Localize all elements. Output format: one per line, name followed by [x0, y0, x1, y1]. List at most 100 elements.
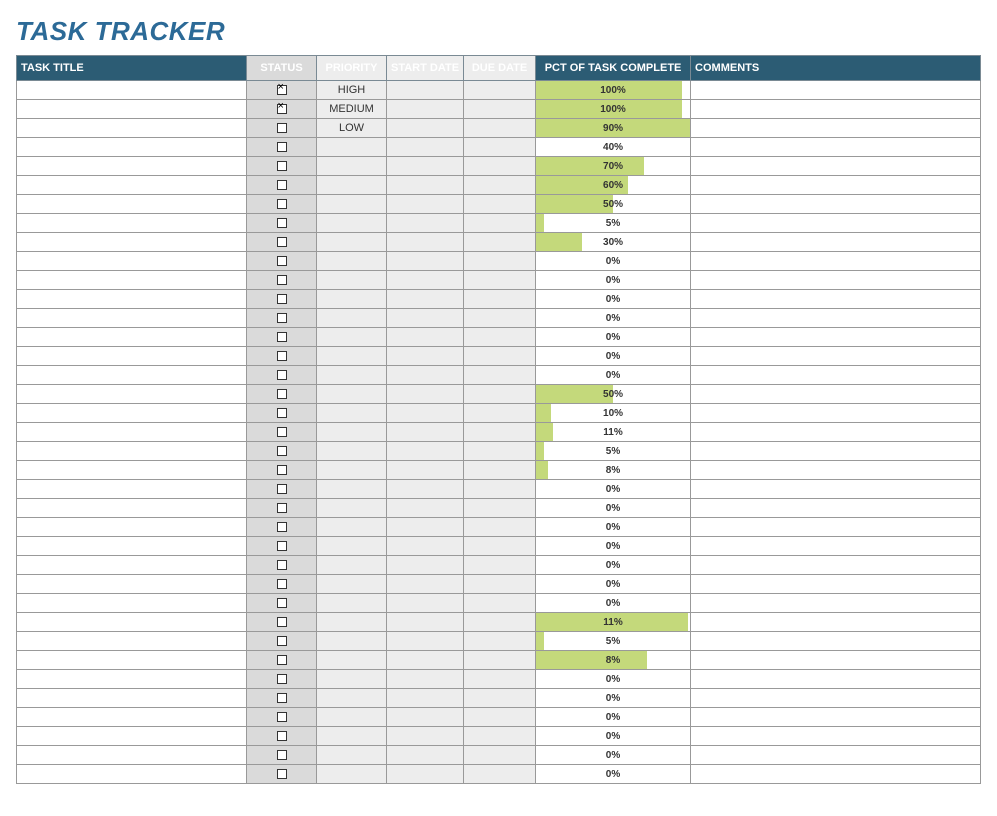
- pct-complete-cell[interactable]: 5%: [536, 214, 691, 233]
- status-cell[interactable]: [247, 480, 317, 499]
- priority-cell[interactable]: [317, 195, 387, 214]
- comments-cell[interactable]: [691, 632, 981, 651]
- task-title-cell[interactable]: [17, 100, 247, 119]
- pct-complete-cell[interactable]: 70%: [536, 157, 691, 176]
- start-date-cell[interactable]: [387, 385, 464, 404]
- priority-cell[interactable]: [317, 309, 387, 328]
- due-date-cell[interactable]: [464, 537, 536, 556]
- start-date-cell[interactable]: [387, 233, 464, 252]
- priority-cell[interactable]: [317, 651, 387, 670]
- due-date-cell[interactable]: [464, 271, 536, 290]
- priority-cell[interactable]: [317, 670, 387, 689]
- comments-cell[interactable]: [691, 290, 981, 309]
- task-title-cell[interactable]: [17, 746, 247, 765]
- status-checkbox[interactable]: [277, 332, 287, 342]
- task-title-cell[interactable]: [17, 442, 247, 461]
- comments-cell[interactable]: [691, 119, 981, 138]
- task-title-cell[interactable]: [17, 385, 247, 404]
- priority-cell[interactable]: MEDIUM: [317, 100, 387, 119]
- due-date-cell[interactable]: [464, 423, 536, 442]
- pct-complete-cell[interactable]: 10%: [536, 404, 691, 423]
- task-title-cell[interactable]: [17, 575, 247, 594]
- start-date-cell[interactable]: [387, 442, 464, 461]
- start-date-cell[interactable]: [387, 100, 464, 119]
- comments-cell[interactable]: [691, 176, 981, 195]
- pct-complete-cell[interactable]: 0%: [536, 670, 691, 689]
- pct-complete-cell[interactable]: 0%: [536, 594, 691, 613]
- priority-cell[interactable]: [317, 138, 387, 157]
- pct-complete-cell[interactable]: 0%: [536, 499, 691, 518]
- due-date-cell[interactable]: [464, 556, 536, 575]
- priority-cell[interactable]: [317, 290, 387, 309]
- task-title-cell[interactable]: [17, 328, 247, 347]
- pct-complete-cell[interactable]: 0%: [536, 252, 691, 271]
- comments-cell[interactable]: [691, 404, 981, 423]
- priority-cell[interactable]: [317, 347, 387, 366]
- start-date-cell[interactable]: [387, 347, 464, 366]
- status-cell[interactable]: [247, 727, 317, 746]
- task-title-cell[interactable]: [17, 119, 247, 138]
- comments-cell[interactable]: [691, 499, 981, 518]
- start-date-cell[interactable]: [387, 727, 464, 746]
- pct-complete-cell[interactable]: 0%: [536, 518, 691, 537]
- pct-complete-cell[interactable]: 5%: [536, 632, 691, 651]
- due-date-cell[interactable]: [464, 290, 536, 309]
- due-date-cell[interactable]: [464, 727, 536, 746]
- header-priority[interactable]: PRIORITY: [317, 56, 387, 81]
- priority-cell[interactable]: [317, 575, 387, 594]
- status-cell[interactable]: [247, 594, 317, 613]
- priority-cell[interactable]: [317, 765, 387, 784]
- due-date-cell[interactable]: [464, 670, 536, 689]
- status-cell[interactable]: [247, 328, 317, 347]
- status-checkbox[interactable]: [277, 446, 287, 456]
- start-date-cell[interactable]: [387, 613, 464, 632]
- comments-cell[interactable]: [691, 727, 981, 746]
- status-cell[interactable]: [247, 613, 317, 632]
- comments-cell[interactable]: [691, 252, 981, 271]
- start-date-cell[interactable]: [387, 195, 464, 214]
- pct-complete-cell[interactable]: 0%: [536, 480, 691, 499]
- priority-cell[interactable]: [317, 499, 387, 518]
- pct-complete-cell[interactable]: 40%: [536, 138, 691, 157]
- status-cell[interactable]: [247, 385, 317, 404]
- task-title-cell[interactable]: [17, 195, 247, 214]
- status-checkbox[interactable]: [277, 104, 287, 114]
- comments-cell[interactable]: [691, 271, 981, 290]
- start-date-cell[interactable]: [387, 670, 464, 689]
- start-date-cell[interactable]: [387, 708, 464, 727]
- status-checkbox[interactable]: [277, 370, 287, 380]
- due-date-cell[interactable]: [464, 309, 536, 328]
- due-date-cell[interactable]: [464, 100, 536, 119]
- task-title-cell[interactable]: [17, 537, 247, 556]
- due-date-cell[interactable]: [464, 328, 536, 347]
- comments-cell[interactable]: [691, 518, 981, 537]
- status-cell[interactable]: [247, 366, 317, 385]
- status-cell[interactable]: [247, 499, 317, 518]
- due-date-cell[interactable]: [464, 594, 536, 613]
- priority-cell[interactable]: [317, 423, 387, 442]
- priority-cell[interactable]: HIGH: [317, 81, 387, 100]
- pct-complete-cell[interactable]: 0%: [536, 746, 691, 765]
- comments-cell[interactable]: [691, 480, 981, 499]
- pct-complete-cell[interactable]: 0%: [536, 366, 691, 385]
- due-date-cell[interactable]: [464, 518, 536, 537]
- header-status[interactable]: STATUS: [247, 56, 317, 81]
- pct-complete-cell[interactable]: 0%: [536, 290, 691, 309]
- start-date-cell[interactable]: [387, 290, 464, 309]
- status-cell[interactable]: [247, 119, 317, 138]
- comments-cell[interactable]: [691, 309, 981, 328]
- status-checkbox[interactable]: [277, 731, 287, 741]
- start-date-cell[interactable]: [387, 309, 464, 328]
- start-date-cell[interactable]: [387, 651, 464, 670]
- header-task-title[interactable]: TASK TITLE: [17, 56, 247, 81]
- status-cell[interactable]: [247, 309, 317, 328]
- priority-cell[interactable]: [317, 746, 387, 765]
- status-cell[interactable]: [247, 214, 317, 233]
- status-cell[interactable]: [247, 765, 317, 784]
- start-date-cell[interactable]: [387, 214, 464, 233]
- status-checkbox[interactable]: [277, 180, 287, 190]
- status-checkbox[interactable]: [277, 484, 287, 494]
- status-checkbox[interactable]: [277, 522, 287, 532]
- due-date-cell[interactable]: [464, 480, 536, 499]
- status-checkbox[interactable]: [277, 142, 287, 152]
